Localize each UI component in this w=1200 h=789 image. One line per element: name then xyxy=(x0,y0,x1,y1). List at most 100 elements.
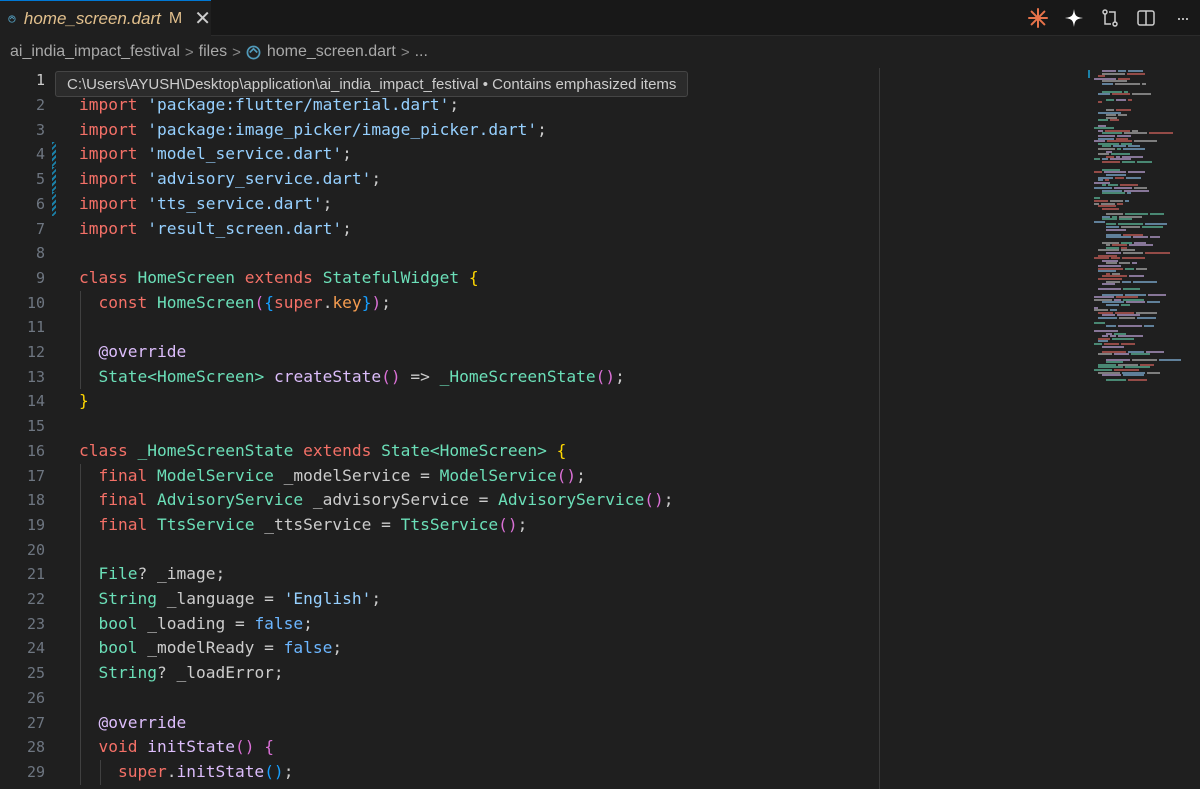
line-number: 6 xyxy=(35,194,45,213)
code-token: AdvisoryService xyxy=(498,490,645,510)
code-token: ; xyxy=(322,193,333,213)
code-line[interactable]: @override xyxy=(79,340,187,365)
line-number: 2 xyxy=(35,96,45,114)
code-line[interactable]: final ModelService _modelService = Model… xyxy=(79,464,586,489)
minimap-line xyxy=(1094,322,1105,325)
code-token: TtsService xyxy=(400,514,499,534)
code-token: < xyxy=(147,366,157,386)
minimap-line xyxy=(1106,236,1131,239)
minimap-line xyxy=(1128,98,1132,101)
code-token: () xyxy=(234,737,255,757)
code-line[interactable]: import 'advisory_service.dart'; xyxy=(79,167,381,192)
code-line[interactable]: State<HomeScreen> createState() => _Home… xyxy=(79,365,625,390)
line-number: 22 xyxy=(26,590,45,608)
code-token: { xyxy=(264,292,274,312)
minimap-line xyxy=(1122,280,1131,283)
minimap-change-marker xyxy=(1088,70,1090,78)
code-line[interactable]: final TtsService _ttsService = TtsServic… xyxy=(79,513,528,538)
minimap-line xyxy=(1121,304,1130,306)
breadcrumb-project[interactable]: ai_india_impact_festival xyxy=(10,43,180,61)
code-line[interactable]: void initState() { xyxy=(79,735,274,760)
code-token: _loading = xyxy=(137,613,255,633)
line-number: 24 xyxy=(26,639,45,658)
code-line[interactable]: String? _loadError; xyxy=(79,661,284,686)
code-token: ; xyxy=(303,613,313,633)
code-line[interactable]: import 'model_service.dart'; xyxy=(79,142,352,167)
compare-icon[interactable] xyxy=(1092,0,1128,36)
breadcrumb-hover-tooltip: C:\Users\AYUSH\Desktop\application\ai_in… xyxy=(55,71,689,97)
code-token: File xyxy=(98,564,138,584)
code-token: () xyxy=(264,761,284,781)
code-token: ( xyxy=(254,292,265,312)
minimap-line xyxy=(1106,379,1126,382)
code-line[interactable]: class HomeScreen extends StatefulWidget … xyxy=(79,266,479,291)
code-token: { xyxy=(468,267,479,287)
line-number: 25 xyxy=(26,664,45,683)
code-line[interactable]: } xyxy=(79,389,89,414)
minimap-line xyxy=(1114,353,1129,356)
code-line[interactable]: class _HomeScreenState extends State<Hom… xyxy=(79,439,566,464)
code-token: . xyxy=(322,292,333,312)
code-token: final xyxy=(98,490,148,510)
code-token: . xyxy=(166,761,177,781)
breadcrumb-folder[interactable]: files xyxy=(199,43,227,61)
code-token: HomeScreen xyxy=(156,292,255,312)
code-token: false xyxy=(254,613,304,633)
code-token: import xyxy=(79,169,138,189)
code-line[interactable]: bool _modelReady = false; xyxy=(79,636,343,661)
code-line[interactable]: final AdvisoryService _advisoryService =… xyxy=(79,488,674,513)
code-token: 'English' xyxy=(283,589,372,608)
modified-line-marker[interactable] xyxy=(52,167,56,192)
code-token: AdvisoryService xyxy=(156,490,304,510)
code-token: ; xyxy=(283,761,294,781)
code-token: super xyxy=(117,761,167,781)
code-editor[interactable]: 1 2 3 4 5 6 7 8 9 10 11 12 13 14 15 16 17 18 19 20 21 22 23 24 2… xyxy=(0,68,1200,789)
minimap[interactable] xyxy=(1090,68,1190,398)
tab-home-screen[interactable]: home_screen.dart M ✕ xyxy=(0,0,211,36)
code-line[interactable]: const HomeScreen({super.key}); xyxy=(79,291,391,316)
more-icon[interactable]: ··· xyxy=(1164,0,1200,36)
minimap-line xyxy=(1128,171,1145,174)
modified-line-marker[interactable] xyxy=(52,191,56,217)
code-token: @override xyxy=(98,342,187,361)
close-icon[interactable]: ✕ xyxy=(194,9,211,29)
breadcrumb-file[interactable]: home_screen.dart xyxy=(246,43,396,61)
code-token: ; xyxy=(517,514,528,534)
breadcrumb-symbols[interactable]: ... xyxy=(415,43,428,61)
spark-icon[interactable] xyxy=(1020,0,1056,36)
code-token: extends xyxy=(303,440,372,460)
minimap-line xyxy=(1127,192,1131,195)
code-line[interactable]: @override xyxy=(79,711,187,736)
code-token: TtsService xyxy=(156,514,255,534)
minimap-line xyxy=(1115,176,1124,179)
code-token: ; xyxy=(371,589,382,608)
code-line[interactable]: String _language = 'English'; xyxy=(79,587,382,612)
minimap-line xyxy=(1147,371,1160,374)
split-editor-icon[interactable] xyxy=(1128,0,1164,36)
sparkle-icon[interactable] xyxy=(1056,0,1092,36)
modified-line-marker[interactable] xyxy=(52,142,56,168)
code-line[interactable]: import 'tts_service.dart'; xyxy=(79,192,332,217)
code-token: @override xyxy=(98,712,187,732)
code-line[interactable]: import 'package:image_picker/image_picke… xyxy=(79,118,547,143)
code-token: String xyxy=(98,589,157,608)
code-line[interactable]: File? _image; xyxy=(79,562,226,587)
minimap-line xyxy=(1094,171,1102,174)
code-token: super xyxy=(273,292,323,312)
line-number: 26 xyxy=(26,688,45,707)
code-token: HomeScreen xyxy=(137,267,235,287)
code-line[interactable]: bool _loading = false; xyxy=(79,612,313,637)
vertical-scrollbar[interactable] xyxy=(1187,68,1200,789)
code-line[interactable]: super.initState(); xyxy=(79,760,293,785)
code-line[interactable]: import 'result_screen.dart'; xyxy=(79,217,352,242)
